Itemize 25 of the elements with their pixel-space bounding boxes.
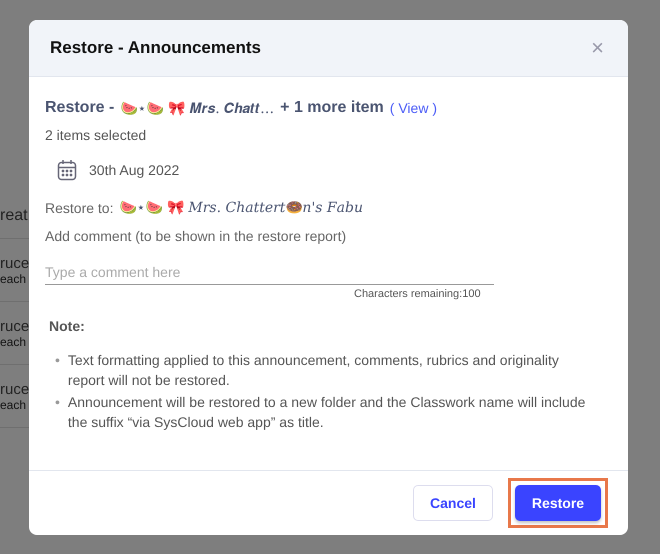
- selection-count: 2 items selected: [45, 127, 146, 143]
- calendar-icon: [57, 159, 77, 181]
- note-item: Text formatting applied to this announcement, comments, rubrics and originality report will not be restored.: [68, 351, 560, 390]
- user-role: each: [0, 334, 28, 348]
- user-role: each: [0, 398, 28, 412]
- note-title: Note:: [49, 318, 86, 334]
- restore-date: 30th Aug 2022: [89, 162, 180, 178]
- bullet-marker: •: [55, 393, 60, 412]
- user-name: ruce: [0, 380, 30, 398]
- view-link[interactable]: ( View ): [390, 100, 437, 116]
- item-name: 🍉⋆🍉 🎀 𝑴𝒓𝒔. 𝑪𝒉𝒂𝒕𝒕…: [120, 100, 274, 116]
- more-items: + 1 more item: [280, 99, 384, 117]
- comment-label: Add comment (to be shown in the restore report): [45, 228, 346, 244]
- user-name: ruce: [0, 254, 30, 272]
- restore-button[interactable]: Restore: [515, 485, 601, 521]
- restore-to-label: Restore to:: [45, 200, 114, 216]
- user-role: each: [0, 272, 28, 286]
- note-item: Announcement will be restored to a new folder and the Classwork name will include the suffix “via SysCloud web app” as title.: [68, 393, 586, 432]
- cancel-button[interactable]: Cancel: [413, 485, 493, 521]
- user-name: ruce: [0, 318, 30, 334]
- dialog-title: Restore - Announcements: [50, 38, 261, 58]
- restore-heading: Restore -: [45, 99, 114, 117]
- character-counter: Characters remaining:100: [354, 288, 481, 300]
- restore-destination: 🍉⋆🍉 🎀 𝑀𝑟𝑠. 𝐶ℎ𝑎𝑡𝑡𝑒𝑟𝑡🍩𝑛'𝑠 𝐹𝑎𝑏𝑢: [119, 199, 363, 216]
- bullet-marker: •: [55, 351, 60, 370]
